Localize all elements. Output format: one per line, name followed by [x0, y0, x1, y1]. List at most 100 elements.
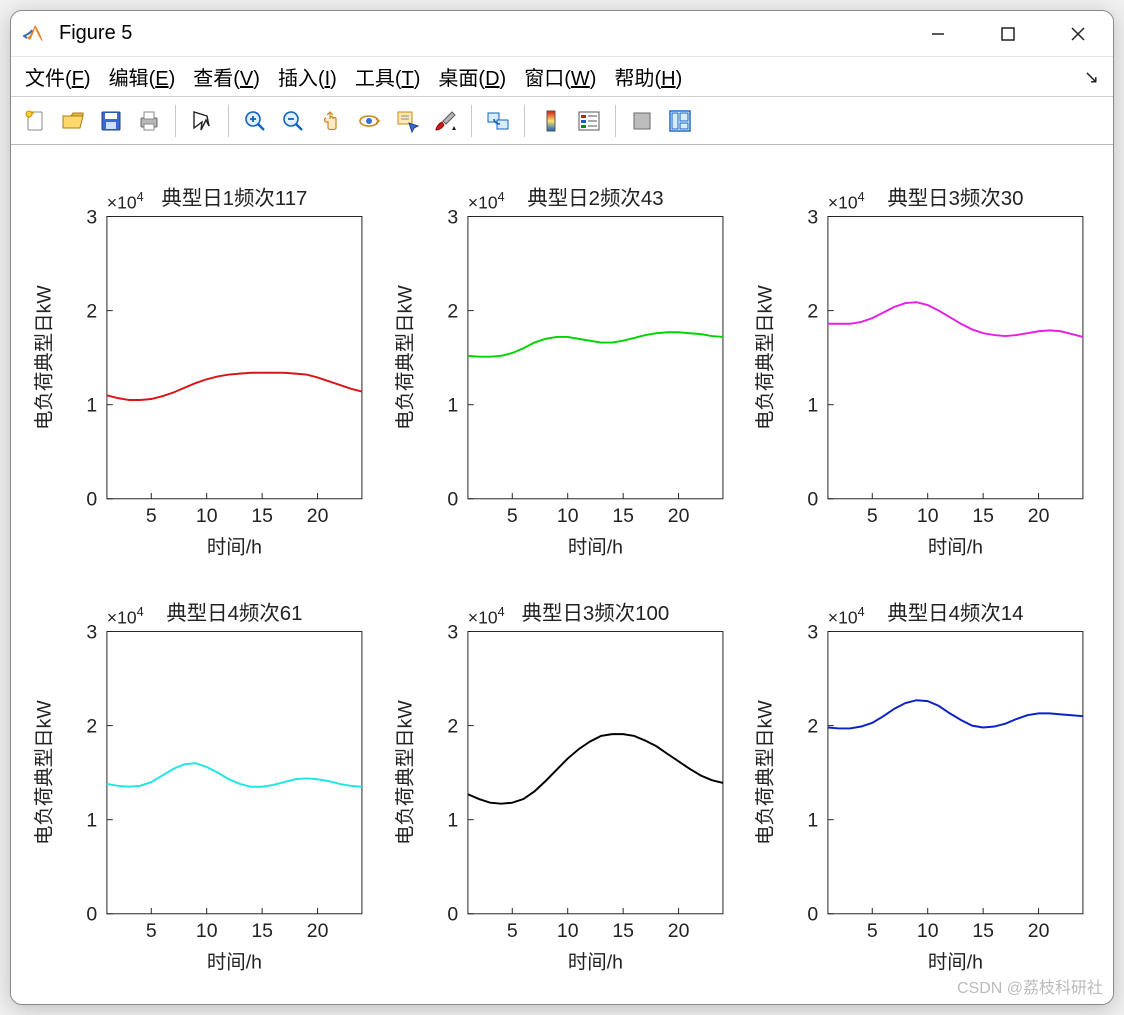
svg-text:10: 10	[196, 505, 218, 527]
minimize-button[interactable]	[903, 11, 973, 56]
svg-text:电负荷典型日kW: 电负荷典型日kW	[755, 699, 777, 844]
svg-text:典型日1频次117: 典型日1频次117	[161, 187, 307, 210]
svg-text:2: 2	[808, 300, 819, 322]
svg-text:时间/h: 时间/h	[568, 536, 623, 558]
menu-window[interactable]: 窗口(W)	[524, 62, 596, 91]
rotate3d-button[interactable]	[351, 103, 387, 139]
axes-4[interactable]: 51015200123 时间/h 电负荷典型日kW ×104 典型日4频次61	[31, 590, 372, 985]
figure-canvas[interactable]: 51015200123 时间/h 电负荷典型日kW ×104 典型日1频次117…	[11, 145, 1113, 1004]
svg-text:典型日3频次30: 典型日3频次30	[888, 187, 1024, 210]
window-title: Figure 5	[59, 22, 132, 45]
data-cursor-button[interactable]	[389, 103, 425, 139]
menu-tools[interactable]: 工具(T)	[355, 62, 421, 91]
figure-window: Figure 5 文件(F) 编辑(E) 查看(V) 插入(I) 工具(T) 桌…	[10, 10, 1114, 1005]
svg-text:2: 2	[86, 300, 97, 322]
svg-text:0: 0	[447, 489, 458, 511]
svg-text:1: 1	[808, 395, 819, 417]
svg-text:15: 15	[973, 505, 995, 527]
hide-plot-tools-button[interactable]	[624, 103, 660, 139]
svg-text:15: 15	[612, 920, 634, 942]
svg-text:1: 1	[447, 809, 458, 831]
svg-text:典型日4频次61: 典型日4频次61	[166, 601, 302, 624]
insert-legend-button[interactable]	[571, 103, 607, 139]
svg-text:15: 15	[251, 505, 273, 527]
menu-edit[interactable]: 编辑(E)	[109, 62, 176, 91]
svg-text:5: 5	[146, 920, 157, 942]
axes-3[interactable]: 51015200123 时间/h 电负荷典型日kW ×104 典型日3频次30	[752, 175, 1093, 570]
svg-text:0: 0	[86, 489, 97, 511]
menu-desktop[interactable]: 桌面(D)	[438, 62, 506, 91]
svg-text:20: 20	[307, 505, 329, 527]
svg-text:20: 20	[307, 920, 329, 942]
svg-text:2: 2	[86, 715, 97, 737]
svg-text:3: 3	[808, 621, 819, 643]
svg-text:时间/h: 时间/h	[568, 951, 623, 973]
svg-text:时间/h: 时间/h	[207, 536, 262, 558]
svg-text:3: 3	[447, 206, 458, 228]
link-plot-button[interactable]	[480, 103, 516, 139]
axes-2[interactable]: 5 10 15 20 0 1 2 3 时间/h 电负荷典型日kW ×104 典型日2频次43	[392, 175, 733, 570]
toolbar-separator	[524, 105, 525, 137]
svg-text:时间/h: 时间/h	[207, 951, 262, 973]
maximize-button[interactable]	[973, 11, 1043, 56]
axes-grid: 51015200123 时间/h 电负荷典型日kW ×104 典型日1频次117…	[31, 175, 1093, 984]
svg-text:×104: ×104	[468, 604, 505, 627]
svg-text:15: 15	[973, 920, 995, 942]
svg-text:15: 15	[612, 505, 634, 527]
new-figure-button[interactable]	[17, 103, 53, 139]
zoom-in-button[interactable]	[237, 103, 273, 139]
svg-text:2: 2	[447, 715, 458, 737]
titlebar-left: Figure 5	[23, 22, 132, 46]
svg-text:×104: ×104	[468, 190, 505, 213]
svg-text:1: 1	[808, 809, 819, 831]
titlebar: Figure 5	[11, 11, 1113, 57]
svg-text:10: 10	[196, 920, 218, 942]
svg-text:电负荷典型日kW: 电负荷典型日kW	[33, 285, 55, 430]
svg-text:0: 0	[808, 489, 819, 511]
svg-text:×104: ×104	[828, 604, 865, 627]
svg-text:10: 10	[557, 920, 579, 942]
svg-text:20: 20	[667, 505, 689, 527]
svg-text:典型日2频次43: 典型日2频次43	[527, 187, 663, 210]
show-plot-tools-button[interactable]	[662, 103, 698, 139]
svg-text:5: 5	[867, 920, 878, 942]
axes-5[interactable]: 51015200123 时间/h 电负荷典型日kW ×104 典型日3频次100	[392, 590, 733, 985]
edit-plot-button[interactable]	[184, 103, 220, 139]
toolbar-separator	[471, 105, 472, 137]
menu-file[interactable]: 文件(F)	[25, 62, 91, 91]
matlab-icon	[23, 22, 47, 46]
menu-overflow-arrow[interactable]: ↘	[1084, 67, 1099, 88]
insert-colorbar-button[interactable]	[533, 103, 569, 139]
svg-text:2: 2	[447, 300, 458, 322]
svg-text:电负荷典型日kW: 电负荷典型日kW	[394, 699, 416, 844]
axes-1[interactable]: 51015200123 时间/h 电负荷典型日kW ×104 典型日1频次117	[31, 175, 372, 570]
menu-help[interactable]: 帮助(H)	[614, 62, 682, 91]
menu-insert[interactable]: 插入(I)	[278, 62, 337, 91]
svg-text:1: 1	[447, 395, 458, 417]
svg-text:1: 1	[86, 809, 97, 831]
toolbar	[11, 97, 1113, 145]
svg-text:×104: ×104	[107, 604, 144, 627]
svg-text:典型日4频次14: 典型日4频次14	[888, 601, 1024, 624]
brush-button[interactable]	[427, 103, 463, 139]
menu-view[interactable]: 查看(V)	[193, 62, 260, 91]
close-button[interactable]	[1043, 11, 1113, 56]
svg-text:10: 10	[917, 920, 939, 942]
save-button[interactable]	[93, 103, 129, 139]
axes-6[interactable]: 51015200123 时间/h 电负荷典型日kW ×104 典型日4频次14	[752, 590, 1093, 985]
svg-text:0: 0	[447, 903, 458, 925]
svg-text:5: 5	[507, 505, 518, 527]
svg-text:10: 10	[557, 505, 579, 527]
pan-button[interactable]	[313, 103, 349, 139]
svg-text:5: 5	[507, 920, 518, 942]
open-button[interactable]	[55, 103, 91, 139]
print-button[interactable]	[131, 103, 167, 139]
svg-text:3: 3	[808, 206, 819, 228]
svg-text:时间/h: 时间/h	[928, 951, 983, 973]
svg-text:电负荷典型日kW: 电负荷典型日kW	[394, 285, 416, 430]
window-controls	[903, 11, 1113, 56]
svg-text:电负荷典型日kW: 电负荷典型日kW	[33, 699, 55, 844]
svg-text:×104: ×104	[107, 190, 144, 213]
svg-text:时间/h: 时间/h	[928, 536, 983, 558]
zoom-out-button[interactable]	[275, 103, 311, 139]
